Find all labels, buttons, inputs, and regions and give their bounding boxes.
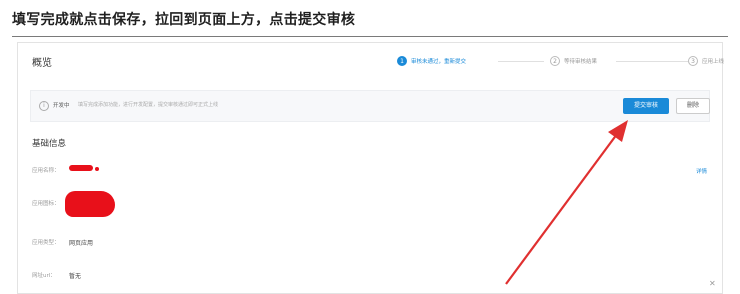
annotation-arrow	[505, 120, 628, 285]
close-icon[interactable]: ✕	[709, 279, 716, 288]
